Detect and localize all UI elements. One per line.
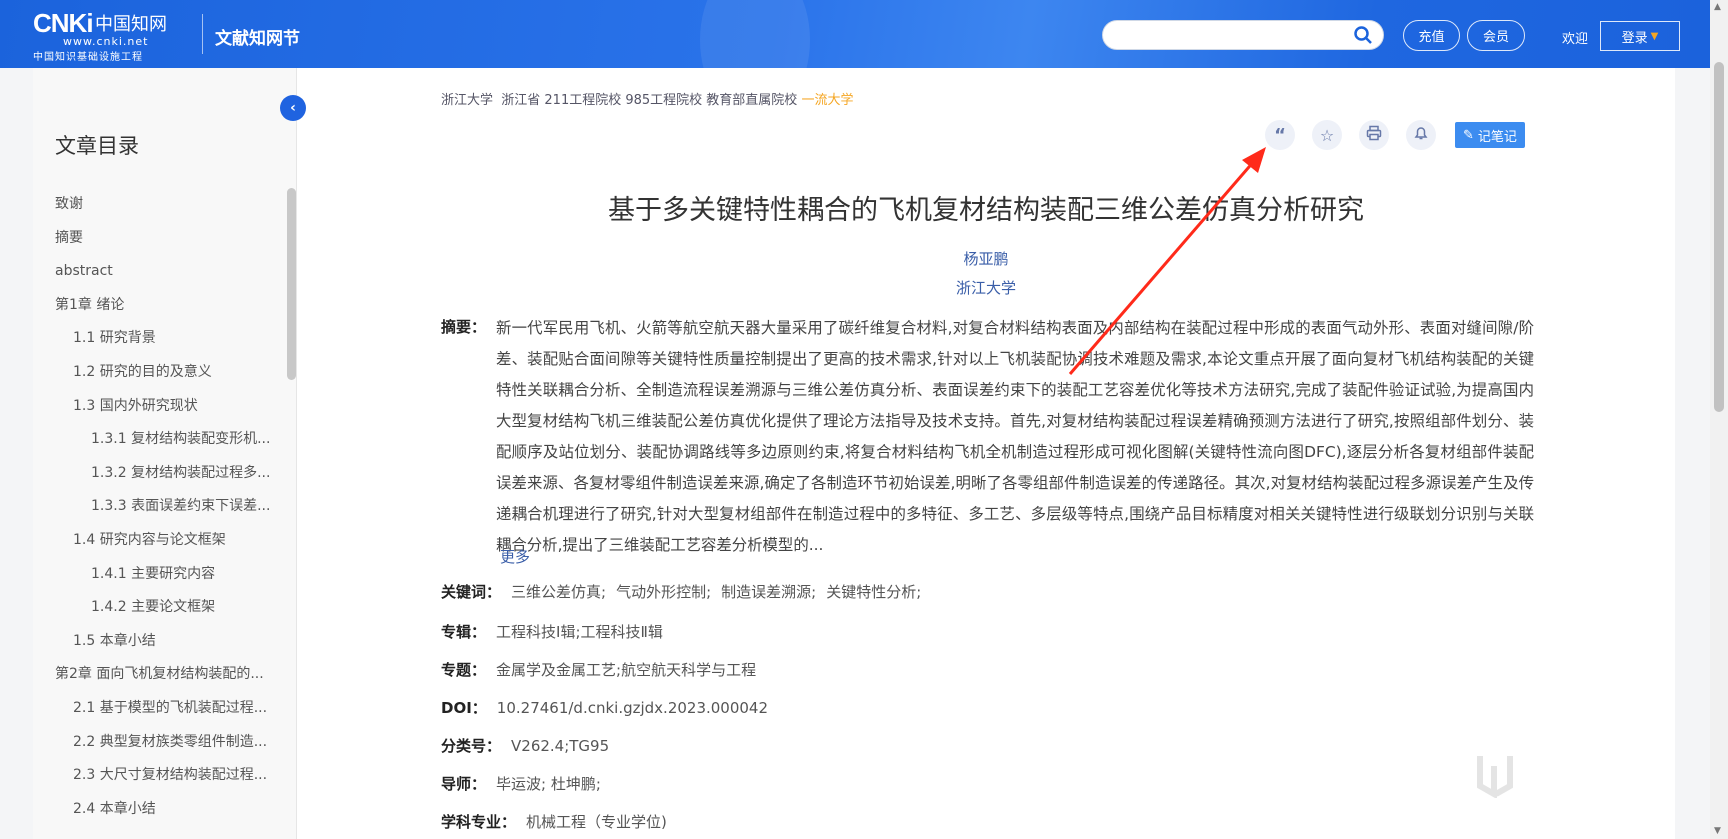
toc-item[interactable]: 1.3 国内外研究现状 bbox=[33, 396, 285, 430]
article-title: 基于多关键特性耦合的飞机复材结构装配三维公差仿真分析研究 bbox=[608, 195, 1364, 226]
page-scrollbar[interactable]: ▲ ▼ bbox=[1710, 0, 1728, 839]
member-button[interactable]: 会员 bbox=[1467, 20, 1525, 51]
sidebar-scrollbar[interactable] bbox=[287, 188, 296, 380]
abstract-text: 新一代军民用飞机、火箭等航空航天器大量采用了碳纤维复合材料,对复合材料结构表面及… bbox=[496, 319, 1534, 554]
pencil-icon: ✎ bbox=[1463, 127, 1474, 143]
recharge-button[interactable]: 充值 bbox=[1403, 20, 1460, 51]
toc-item[interactable]: 1.3.2 复材结构装配过程多... bbox=[33, 463, 285, 497]
toc-sidebar: 文章目录 致谢 摘要 abstract 第1章 绪论 1.1 研究背景 1.2 研究的目的… bbox=[33, 68, 297, 839]
alert-button[interactable] bbox=[1406, 120, 1436, 150]
collapse-sidebar-button[interactable]: ‹ bbox=[280, 95, 306, 121]
keyword-link[interactable]: 制造误差溯源; bbox=[721, 583, 816, 601]
keyword-link[interactable]: 关键特性分析; bbox=[826, 583, 921, 601]
institution-highlight: 一流大学 bbox=[801, 93, 854, 108]
meta-row: DOI： 10.27461/d.cnki.gzjdx.2023.000042 bbox=[441, 697, 768, 718]
chevron-left-icon: ‹ bbox=[290, 100, 296, 116]
search-input[interactable] bbox=[1102, 20, 1384, 50]
meta-label: 导师： bbox=[441, 775, 487, 793]
toc-item[interactable]: 2.2 典型复材族类零组件制造... bbox=[33, 732, 285, 766]
scroll-down-icon[interactable]: ▼ bbox=[1714, 826, 1721, 836]
star-icon: ☆ bbox=[1319, 125, 1335, 145]
meta-value: 工程科技Ⅰ辑;工程科技Ⅱ辑 bbox=[496, 623, 663, 641]
login-button[interactable]: 登录 ▼ bbox=[1600, 21, 1680, 51]
watermark-logo bbox=[1470, 748, 1520, 798]
toc-item[interactable]: 1.2 研究的目的及意义 bbox=[33, 362, 285, 396]
abstract-label: 摘要： bbox=[441, 318, 487, 336]
meta-label: 专题： bbox=[441, 661, 487, 679]
meta-row: 专题： 金属学及金属工艺;航空航天科学与工程 bbox=[441, 659, 756, 680]
article-toolbar: “ ☆ ✎ 记笔记 bbox=[1265, 120, 1525, 150]
print-icon bbox=[1366, 125, 1382, 145]
article-main: 浙江大学 浙江省 211工程院校 985工程院校 教育部直属院校 一流大学 “ … bbox=[297, 68, 1675, 839]
meta-value: 10.27461/d.cnki.gzjdx.2023.000042 bbox=[496, 699, 769, 717]
meta-row: 导师： 毕运波; 杜坤鹏; bbox=[441, 773, 601, 794]
cite-icon: “ bbox=[1274, 124, 1286, 146]
toc-item[interactable]: 2.1 基于模型的飞机装配过程... bbox=[33, 698, 285, 732]
site-name: 文献知网节 bbox=[215, 29, 300, 49]
toc-item[interactable]: 1.1 研究背景 bbox=[33, 328, 285, 362]
institution-tags: 浙江省 211工程院校 985工程院校 教育部直属院校 bbox=[501, 93, 798, 108]
meta-value: 毕运波; 杜坤鹏; bbox=[496, 775, 601, 793]
institution-link[interactable]: 浙江大学 bbox=[441, 93, 493, 108]
meta-value: 机械工程（专业学位) bbox=[526, 813, 667, 831]
scroll-up-icon[interactable]: ▲ bbox=[1714, 2, 1721, 12]
scrollbar-thumb[interactable] bbox=[1714, 62, 1724, 412]
search-icon[interactable] bbox=[1353, 25, 1373, 49]
toc-item[interactable]: 1.4.1 主要研究内容 bbox=[33, 564, 285, 598]
more-link[interactable]: 更多 bbox=[500, 546, 530, 567]
meta-label: DOI： bbox=[441, 699, 487, 717]
meta-row: 专辑： 工程科技Ⅰ辑;工程科技Ⅱ辑 bbox=[441, 621, 663, 642]
toc-item[interactable]: 1.4 研究内容与论文框架 bbox=[33, 530, 285, 564]
toc-item[interactable]: 致谢 bbox=[33, 194, 285, 228]
toc-item[interactable]: 第1章 绪论 bbox=[33, 295, 285, 329]
meta-row: 学科专业： 机械工程（专业学位) bbox=[441, 811, 667, 832]
meta-label: 专辑： bbox=[441, 623, 487, 641]
favorite-button[interactable]: ☆ bbox=[1312, 120, 1342, 150]
toc-item[interactable]: 1.4.2 主要论文框架 bbox=[33, 597, 285, 631]
print-button[interactable] bbox=[1359, 120, 1389, 150]
take-note-button[interactable]: ✎ 记笔记 bbox=[1455, 122, 1525, 148]
meta-value: 金属学及金属工艺;航空航天科学与工程 bbox=[496, 661, 757, 679]
toc-item[interactable]: 2.4 本章小结 bbox=[33, 799, 285, 833]
site-header: CNKi 中国知网 www.cnki.net 中国知识基础设施工程 文献知网节 … bbox=[0, 0, 1710, 68]
chevron-down-icon: ▼ bbox=[1650, 30, 1659, 42]
divider bbox=[202, 14, 203, 54]
author-link[interactable]: 杨亚鹏 bbox=[297, 248, 1675, 269]
toc-item[interactable]: 摘要 bbox=[33, 228, 285, 262]
toc-list: 致谢 摘要 abstract 第1章 绪论 1.1 研究背景 1.2 研究的目的及意义 1.… bbox=[33, 194, 285, 832]
toc-item[interactable]: 1.3.1 复材结构装配变形机... bbox=[33, 429, 285, 463]
meta-row: 分类号： V262.4;TG95 bbox=[441, 735, 609, 756]
toc-title: 文章目录 bbox=[55, 134, 139, 158]
toc-item[interactable]: 1.5 本章小结 bbox=[33, 631, 285, 665]
meta-label: 分类号： bbox=[441, 737, 502, 755]
toc-item[interactable]: 1.3.3 表面误差约束下误差... bbox=[33, 496, 285, 530]
toc-item[interactable]: 第2章 面向飞机复材结构装配的... bbox=[33, 664, 285, 698]
welcome-text: 欢迎 bbox=[1562, 32, 1589, 47]
institution-line: 浙江大学 浙江省 211工程院校 985工程院校 教育部直属院校 一流大学 bbox=[441, 89, 853, 108]
cnki-logo[interactable]: CNKi 中国知网 www.cnki.net 中国知识基础设施工程 bbox=[33, 8, 185, 63]
meta-value: V262.4;TG95 bbox=[511, 737, 610, 755]
toc-item[interactable]: 2.3 大尺寸复材结构装配过程... bbox=[33, 765, 285, 799]
organization-link[interactable]: 浙江大学 bbox=[297, 277, 1675, 298]
keywords-row: 关键词： 三维公差仿真; 气动外形控制; 制造误差溯源; 关键特性分析; bbox=[441, 583, 922, 601]
bell-icon bbox=[1413, 125, 1429, 145]
keyword-link[interactable]: 三维公差仿真; bbox=[511, 583, 606, 601]
meta-label: 学科专业： bbox=[441, 813, 517, 831]
toc-item[interactable]: abstract bbox=[33, 261, 285, 295]
keyword-link[interactable]: 气动外形控制; bbox=[616, 583, 711, 601]
cite-button[interactable]: “ bbox=[1265, 120, 1295, 150]
